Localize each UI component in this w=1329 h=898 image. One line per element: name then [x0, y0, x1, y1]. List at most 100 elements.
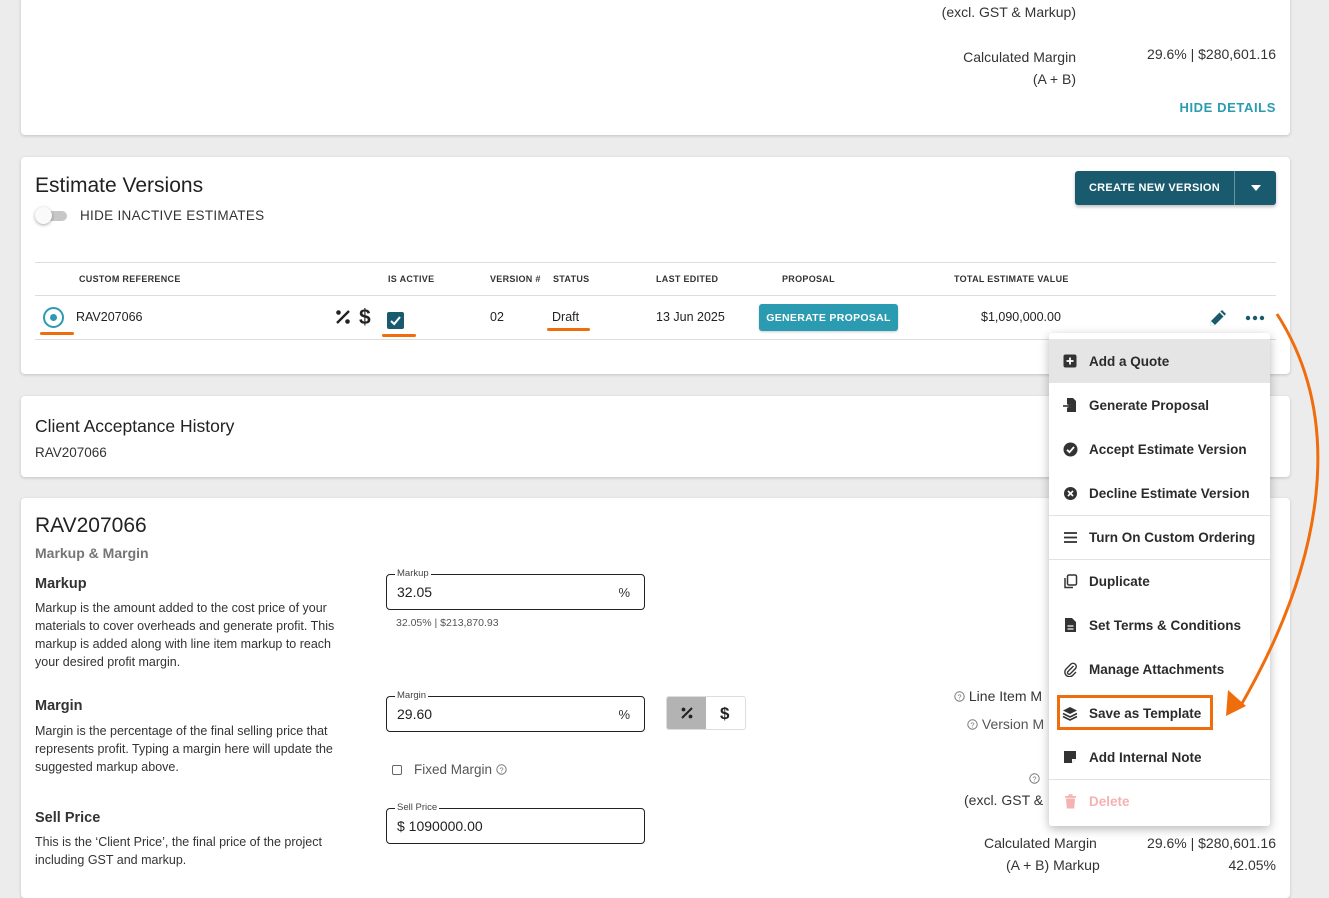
annotation-highlight-box	[1057, 695, 1213, 730]
fixed-margin-text: Fixed Margin	[414, 762, 493, 777]
version-select-radio[interactable]	[43, 307, 64, 328]
col-version: VERSION #	[490, 274, 541, 284]
client-acceptance-reference: RAV207066	[35, 445, 107, 460]
margin-mode-toggle[interactable]: $	[666, 696, 746, 730]
menu-item-duplicate[interactable]: Duplicate	[1049, 559, 1270, 603]
calculated-margin-value: 29.6% | $280,601.16	[1147, 46, 1276, 62]
markup-input-value[interactable]: 32.05	[397, 584, 432, 600]
svg-text:?: ?	[970, 720, 974, 729]
is-active-checkbox[interactable]	[387, 312, 404, 329]
sell-price-field[interactable]: Sell Price $ 1090000.00	[386, 802, 645, 844]
help-circle-icon[interactable]: ?	[1029, 773, 1040, 784]
menu-item-generate-proposal[interactable]: Generate Proposal	[1049, 383, 1270, 427]
markup-percent-suffix: %	[618, 585, 630, 600]
calc-margin-value-bottom: 29.6% | $280,601.16	[1147, 835, 1276, 851]
fixed-margin-checkbox[interactable]	[392, 765, 402, 775]
dollar-icon: $	[720, 704, 730, 722]
menu-item-add-quote[interactable]: Add a Quote	[1049, 339, 1270, 383]
list-icon	[1061, 529, 1079, 547]
caret-down-icon	[1250, 185, 1261, 191]
menu-item-delete: Delete	[1049, 779, 1270, 823]
menu-item-terms-conditions[interactable]: Set Terms & Conditions	[1049, 603, 1270, 647]
create-version-dropdown-button[interactable]	[1234, 171, 1276, 205]
sell-price-heading: Sell Price	[35, 810, 101, 826]
create-new-version-button[interactable]: CREATE NEW VERSION	[1075, 171, 1276, 205]
margin-heading: Margin	[35, 698, 83, 714]
annotation-underline	[40, 332, 74, 335]
menu-item-custom-ordering[interactable]: Turn On Custom Ordering	[1049, 515, 1270, 559]
dollar-mode-button[interactable]: $	[706, 697, 745, 729]
menu-item-accept-version[interactable]: Accept Estimate Version	[1049, 427, 1270, 471]
fixed-margin-label: Fixed Margin ?	[414, 762, 507, 777]
margin-input-value[interactable]: 29.60	[397, 706, 432, 722]
hide-details-link[interactable]: HIDE DETAILS	[1179, 100, 1276, 115]
trash-icon	[1061, 793, 1079, 811]
document-icon	[1061, 616, 1079, 634]
markup-helper-text: 32.05% | $213,870.93	[396, 617, 499, 629]
col-proposal: PROPOSAL	[782, 274, 835, 284]
margin-description: Margin is the percentage of the final se…	[35, 724, 333, 774]
plus-square-icon	[1061, 352, 1079, 370]
row-total-value: $1,090,000.00	[981, 310, 1061, 324]
sell-price-field-label: Sell Price	[395, 802, 440, 813]
estimate-versions-title: Estimate Versions	[35, 174, 204, 197]
markup-description: Markup is the amount added to the cost p…	[35, 601, 335, 669]
generate-proposal-button[interactable]: GENERATE PROPOSAL	[759, 304, 898, 331]
menu-item-label: Generate Proposal	[1089, 397, 1210, 413]
markup-field-label: Markup	[395, 568, 431, 579]
row-version: 02	[490, 310, 504, 324]
note-icon	[1061, 748, 1079, 766]
menu-item-decline-version[interactable]: Decline Estimate Version	[1049, 471, 1270, 515]
annotation-underline	[382, 334, 416, 337]
svg-text:$: $	[720, 704, 730, 722]
check-icon	[390, 316, 401, 326]
line-item-markup-label: ? Line Item M	[954, 688, 1042, 704]
help-circle-icon[interactable]: ?	[954, 691, 965, 702]
detail-subtitle: Markup & Margin	[35, 545, 149, 561]
more-options-icon[interactable]	[1244, 310, 1266, 326]
check-circle-icon	[1061, 440, 1079, 458]
versions-table-header: CUSTOM REFERENCE IS ACTIVE VERSION # STA…	[35, 262, 1276, 296]
menu-item-label: Manage Attachments	[1089, 661, 1225, 677]
margin-field-label: Margin	[395, 690, 429, 701]
help-circle-icon[interactable]: ?	[496, 764, 507, 775]
sell-price-input-value[interactable]: $ 1090000.00	[397, 818, 483, 834]
col-status: STATUS	[553, 274, 590, 284]
percent-icon	[680, 707, 693, 719]
dollar-icon[interactable]: $	[359, 305, 373, 327]
client-acceptance-title: Client Acceptance History	[35, 416, 235, 436]
help-circle-icon-wrap[interactable]: ?	[1029, 771, 1040, 787]
col-is-active: IS ACTIVE	[388, 274, 435, 284]
calculated-margin-label: Calculated Margin (A + B)	[963, 46, 1076, 90]
excl-gst-partial-label: (excl. GST &	[964, 792, 1044, 808]
menu-item-manage-attachments[interactable]: Manage Attachments	[1049, 647, 1270, 691]
menu-item-label: Duplicate	[1089, 574, 1150, 589]
estimate-actions-menu: Add a Quote Generate Proposal Accept Est…	[1049, 333, 1270, 826]
menu-item-label: Set Terms & Conditions	[1089, 617, 1242, 633]
summary-card: (excl. GST & Markup) Calculated Margin (…	[21, 0, 1290, 135]
col-last-edited: LAST EDITED	[656, 274, 719, 284]
svg-text:?: ?	[957, 692, 961, 701]
margin-field[interactable]: Margin 29.60 %	[386, 690, 645, 732]
col-custom-reference: CUSTOM REFERENCE	[79, 274, 181, 284]
x-circle-icon	[1061, 484, 1079, 502]
calc-margin-line-1: Calculated Margin	[963, 49, 1076, 65]
menu-item-label: Accept Estimate Version	[1089, 441, 1247, 457]
ab-markup-label: (A + B) Markup	[1006, 857, 1100, 873]
row-last-edited: 13 Jun 2025	[656, 310, 725, 324]
pencil-icon[interactable]	[1207, 307, 1229, 329]
version-markup-label: ? Version M	[967, 716, 1044, 732]
svg-text:$: $	[359, 306, 371, 327]
percent-mode-button[interactable]	[667, 697, 706, 729]
line-item-text: Line Item M	[968, 688, 1043, 704]
menu-item-internal-note[interactable]: Add Internal Note	[1049, 735, 1270, 779]
percent-icon[interactable]	[334, 308, 352, 326]
markup-field[interactable]: Markup 32.05 %	[386, 568, 645, 610]
markup-heading: Markup	[35, 576, 87, 592]
create-new-version-label[interactable]: CREATE NEW VERSION	[1075, 171, 1234, 205]
help-circle-icon[interactable]: ?	[967, 719, 978, 730]
sell-price-description: This is the ‘Client Price’, the final pr…	[35, 835, 322, 867]
version-m-text: Version M	[981, 716, 1045, 732]
menu-item-label: Add Internal Note	[1089, 749, 1202, 765]
hide-inactive-toggle[interactable]	[35, 207, 67, 224]
